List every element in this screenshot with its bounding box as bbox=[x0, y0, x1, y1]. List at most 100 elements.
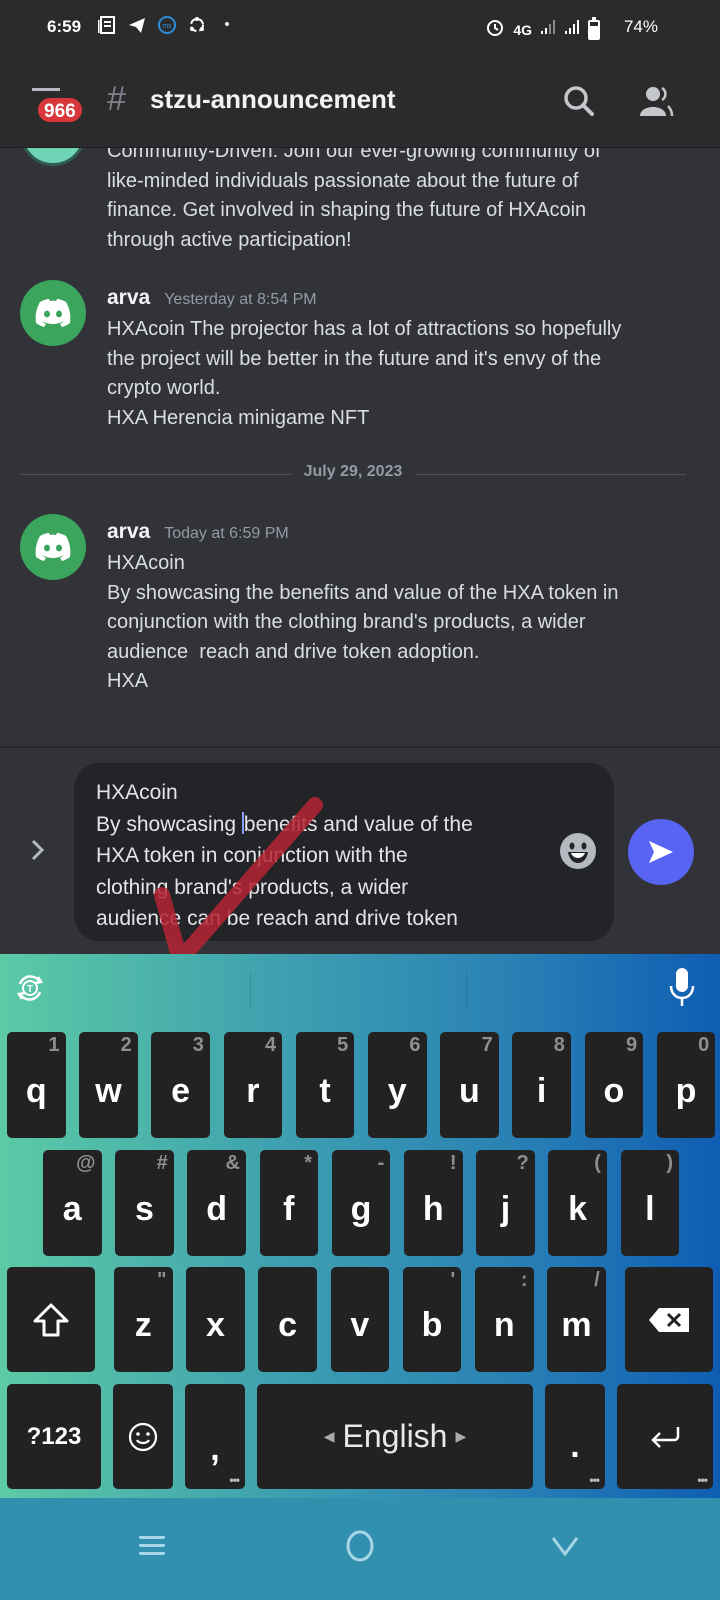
key-e[interactable]: e3 bbox=[151, 1032, 210, 1138]
svg-text:T: T bbox=[27, 984, 33, 995]
key-hint: 1 bbox=[48, 1034, 60, 1056]
message-input-text[interactable]: HXAcoin By showcasing benefits and value… bbox=[96, 777, 546, 935]
emoji-smile-icon bbox=[561, 834, 595, 868]
message-input[interactable]: HXAcoin By showcasing benefits and value… bbox=[74, 763, 614, 941]
space-key[interactable]: ◀ English ▶ bbox=[257, 1384, 533, 1489]
key-q[interactable]: q1 bbox=[7, 1032, 66, 1138]
send-icon bbox=[649, 841, 673, 863]
key-c[interactable]: c bbox=[258, 1267, 317, 1372]
key-hint: & bbox=[225, 1152, 240, 1174]
language-prev-icon: ◀ bbox=[323, 1428, 335, 1444]
key-hint: : bbox=[520, 1269, 528, 1291]
channel-header: 966 # stzu-announcement bbox=[0, 58, 720, 148]
key-x[interactable]: x bbox=[186, 1267, 245, 1372]
key-a[interactable]: a @ bbox=[43, 1150, 102, 1256]
key-g[interactable]: g- bbox=[331, 1150, 391, 1256]
home-button[interactable] bbox=[335, 1526, 385, 1566]
members-button[interactable] bbox=[636, 82, 676, 122]
date-divider-label: July 29, 2023 bbox=[291, 463, 415, 481]
enter-key[interactable]: ••• bbox=[617, 1384, 713, 1489]
emoji-button[interactable] bbox=[560, 833, 596, 869]
recents-icon bbox=[139, 1536, 165, 1555]
status-time: 6:59 bbox=[47, 17, 82, 36]
emoji-icon bbox=[128, 1422, 158, 1451]
period-key[interactable]: . ••• bbox=[545, 1384, 605, 1489]
message-header: arva Yesterday at 8:54 PM bbox=[107, 286, 317, 310]
hide-keyboard-button[interactable] bbox=[540, 1526, 590, 1566]
dot-icon: • bbox=[224, 16, 230, 33]
emoji-key[interactable] bbox=[113, 1384, 173, 1489]
home-icon bbox=[346, 1530, 374, 1562]
avatar[interactable] bbox=[20, 280, 86, 346]
key-i[interactable]: i8 bbox=[512, 1032, 571, 1138]
key-m[interactable]: m / bbox=[547, 1267, 606, 1372]
hamburger-icon bbox=[32, 88, 60, 91]
key-hint: ? bbox=[516, 1152, 529, 1174]
key-s[interactable]: s # bbox=[115, 1150, 174, 1256]
menu-button[interactable]: 966 bbox=[20, 74, 90, 134]
key-l[interactable]: l) bbox=[620, 1150, 680, 1256]
recent-apps-button[interactable] bbox=[127, 1526, 177, 1566]
backspace-icon bbox=[649, 1307, 689, 1332]
key-hint: ! bbox=[449, 1152, 457, 1174]
key-hint: - bbox=[377, 1152, 385, 1174]
key-b[interactable]: b ' bbox=[402, 1267, 462, 1372]
symbols-key[interactable]: ?123 bbox=[7, 1384, 101, 1489]
key-k[interactable]: k( bbox=[548, 1150, 607, 1256]
key-f[interactable]: f * bbox=[259, 1150, 319, 1256]
key-hint: / bbox=[594, 1269, 600, 1291]
alarm-icon bbox=[485, 17, 505, 42]
enter-icon bbox=[651, 1426, 680, 1448]
send-button[interactable] bbox=[628, 819, 694, 885]
key-r[interactable]: r4 bbox=[223, 1032, 283, 1138]
community-avatar[interactable] bbox=[20, 148, 86, 166]
search-icon bbox=[564, 86, 594, 116]
notification-icons: ms • bbox=[96, 16, 236, 34]
key-h[interactable]: h! bbox=[404, 1150, 463, 1256]
signal-icon-1 bbox=[540, 19, 556, 40]
key-d[interactable]: d & bbox=[187, 1150, 246, 1256]
chevron-down-icon bbox=[551, 1537, 579, 1557]
key-z[interactable]: z " bbox=[114, 1267, 173, 1372]
voice-input-button[interactable] bbox=[668, 966, 696, 1013]
key-hint: 7 bbox=[481, 1034, 493, 1056]
message-timestamp: Yesterday at 8:54 PM bbox=[164, 291, 317, 308]
suggestion-divider bbox=[250, 972, 251, 1010]
channel-name[interactable]: stzu-announcement bbox=[150, 84, 396, 115]
unread-badge: 966 bbox=[36, 96, 84, 124]
key-p[interactable]: p0 bbox=[656, 1032, 716, 1138]
backspace-key[interactable] bbox=[625, 1267, 713, 1372]
key-hint: ) bbox=[666, 1152, 674, 1174]
key-o[interactable]: o9 bbox=[584, 1032, 644, 1138]
author-name[interactable]: arva bbox=[107, 520, 150, 544]
suggestion-divider bbox=[466, 972, 467, 1010]
comma-key[interactable]: , ••• bbox=[185, 1384, 245, 1489]
key-w[interactable]: w2 bbox=[79, 1032, 138, 1138]
language-next-icon: ▶ bbox=[455, 1428, 467, 1444]
key-t[interactable]: t5 bbox=[295, 1032, 355, 1138]
members-icon bbox=[640, 86, 674, 117]
key-n[interactable]: n: bbox=[475, 1267, 534, 1372]
message-content: HXAcoin By showcasing the benefits and v… bbox=[107, 552, 619, 692]
key-u[interactable]: u7 bbox=[440, 1032, 499, 1138]
avatar[interactable] bbox=[20, 514, 86, 580]
svg-text:ms: ms bbox=[162, 23, 172, 30]
message-list[interactable]: Community-Driven: Join our ever-growing … bbox=[0, 148, 720, 746]
navigation-bar bbox=[0, 1498, 720, 1600]
key-v[interactable]: v bbox=[330, 1267, 390, 1372]
shift-key[interactable] bbox=[7, 1267, 95, 1372]
discord-logo-icon bbox=[35, 299, 71, 327]
expand-chevron-icon[interactable] bbox=[30, 838, 46, 869]
key-hint: 0 bbox=[698, 1034, 710, 1056]
sync-icon bbox=[188, 16, 206, 34]
messenger-icon: ms bbox=[158, 16, 176, 34]
key-hint: * bbox=[304, 1152, 313, 1174]
search-button[interactable] bbox=[560, 82, 600, 122]
key-hint: 3 bbox=[192, 1034, 204, 1056]
key-y[interactable]: y6 bbox=[368, 1032, 427, 1138]
key-hint: 4 bbox=[264, 1034, 277, 1056]
author-name[interactable]: arva bbox=[107, 286, 150, 310]
key-hint: 9 bbox=[625, 1034, 638, 1056]
key-j[interactable]: j? bbox=[476, 1150, 535, 1256]
translate-button[interactable]: T bbox=[14, 972, 46, 1009]
